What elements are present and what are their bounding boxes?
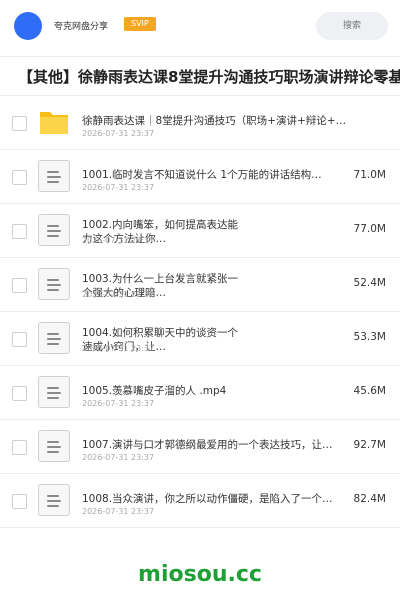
file-size: 45.6M	[353, 385, 386, 397]
list-item[interactable]: 1001.临时发言不知道说什么 1个万能的讲话结构… 2026-07-31 23…	[0, 150, 400, 204]
search-input[interactable]	[316, 12, 388, 40]
file-size: 82.4M	[353, 493, 386, 505]
file-name: 1007.演讲与口才郭德纲最爱用的一个表达技巧，让…	[82, 439, 333, 451]
folder-icon	[38, 106, 70, 138]
row-checkbox[interactable]	[12, 494, 27, 509]
row-checkbox[interactable]	[12, 386, 27, 401]
file-name: 1005.羡慕嘴皮子溜的人 .mp4	[82, 385, 227, 397]
folder-title-bar: 【其他】徐静雨表达课8堂提升沟通技巧职场演讲辩论零基础	[0, 56, 400, 96]
watermark: miosou.cc	[138, 562, 262, 587]
document-icon	[38, 160, 70, 192]
file-size: 77.0M	[353, 223, 386, 235]
document-icon	[38, 484, 70, 516]
file-size: 71.0M	[353, 169, 386, 181]
user-name: 夸克网盘分享	[54, 22, 109, 32]
document-icon	[38, 322, 70, 354]
list-item[interactable]: 1002.内向嘴笨，如何提高表达能力这个方法让你… 2026-07-31 23:…	[0, 204, 400, 258]
file-date: 2026-07-31 23:37	[82, 236, 155, 245]
row-checkbox[interactable]	[12, 224, 27, 239]
file-name: 徐静雨表达课｜8堂提升沟通技巧（职场+演讲+辩论+…	[82, 115, 347, 127]
file-size: 92.7M	[353, 439, 386, 451]
header: 夸克网盘分享 SVIP	[0, 0, 400, 52]
row-checkbox[interactable]	[12, 170, 27, 185]
file-date: 2026-07-31 23:37	[82, 183, 155, 192]
row-checkbox[interactable]	[12, 116, 27, 131]
file-name: 1001.临时发言不知道说什么 1个万能的讲话结构…	[82, 169, 322, 181]
avatar[interactable]	[14, 12, 42, 40]
file-date: 2026-07-31 23:37	[82, 453, 155, 462]
file-size: 52.4M	[353, 277, 386, 289]
row-checkbox[interactable]	[12, 440, 27, 455]
list-item[interactable]: 徐静雨表达课｜8堂提升沟通技巧（职场+演讲+辩论+… 2026-07-31 23…	[0, 96, 400, 150]
list-item[interactable]: 1008.当众演讲，你之所以动作僵硬，是陷入了一个… 2026-07-31 23…	[0, 474, 400, 528]
file-date: 2026-07-31 23:37	[82, 344, 155, 353]
row-checkbox[interactable]	[12, 332, 27, 347]
list-item[interactable]: 1004.如何积累聊天中的谈资一个速成小窍门，让… 2026-07-31 23:…	[0, 312, 400, 366]
vip-badge: SVIP	[124, 17, 156, 31]
file-size: 53.3M	[353, 331, 386, 343]
document-icon	[38, 430, 70, 462]
document-icon	[38, 376, 70, 408]
folder-title: 【其他】徐静雨表达课8堂提升沟通技巧职场演讲辩论零基础	[18, 68, 400, 86]
document-icon	[38, 268, 70, 300]
document-icon	[38, 214, 70, 246]
file-date: 2026-07-31 23:37	[82, 399, 155, 408]
file-list: 徐静雨表达课｜8堂提升沟通技巧（职场+演讲+辩论+… 2026-07-31 23…	[0, 96, 400, 528]
file-date: 2026-07-31 23:37	[82, 129, 155, 138]
list-item[interactable]: 1005.羡慕嘴皮子溜的人 .mp4 2026-07-31 23:37 45.6…	[0, 366, 400, 420]
row-checkbox[interactable]	[12, 278, 27, 293]
list-item[interactable]: 1003.为什么一上台发言就紧张一个强大的心理暗… 2026-07-31 23:…	[0, 258, 400, 312]
file-name: 1008.当众演讲，你之所以动作僵硬，是陷入了一个…	[82, 493, 333, 505]
file-date: 2026-07-31 23:37	[82, 507, 155, 516]
list-item[interactable]: 1007.演讲与口才郭德纲最爱用的一个表达技巧，让… 2026-07-31 23…	[0, 420, 400, 474]
file-date: 2026-07-31 23:37	[82, 290, 155, 299]
